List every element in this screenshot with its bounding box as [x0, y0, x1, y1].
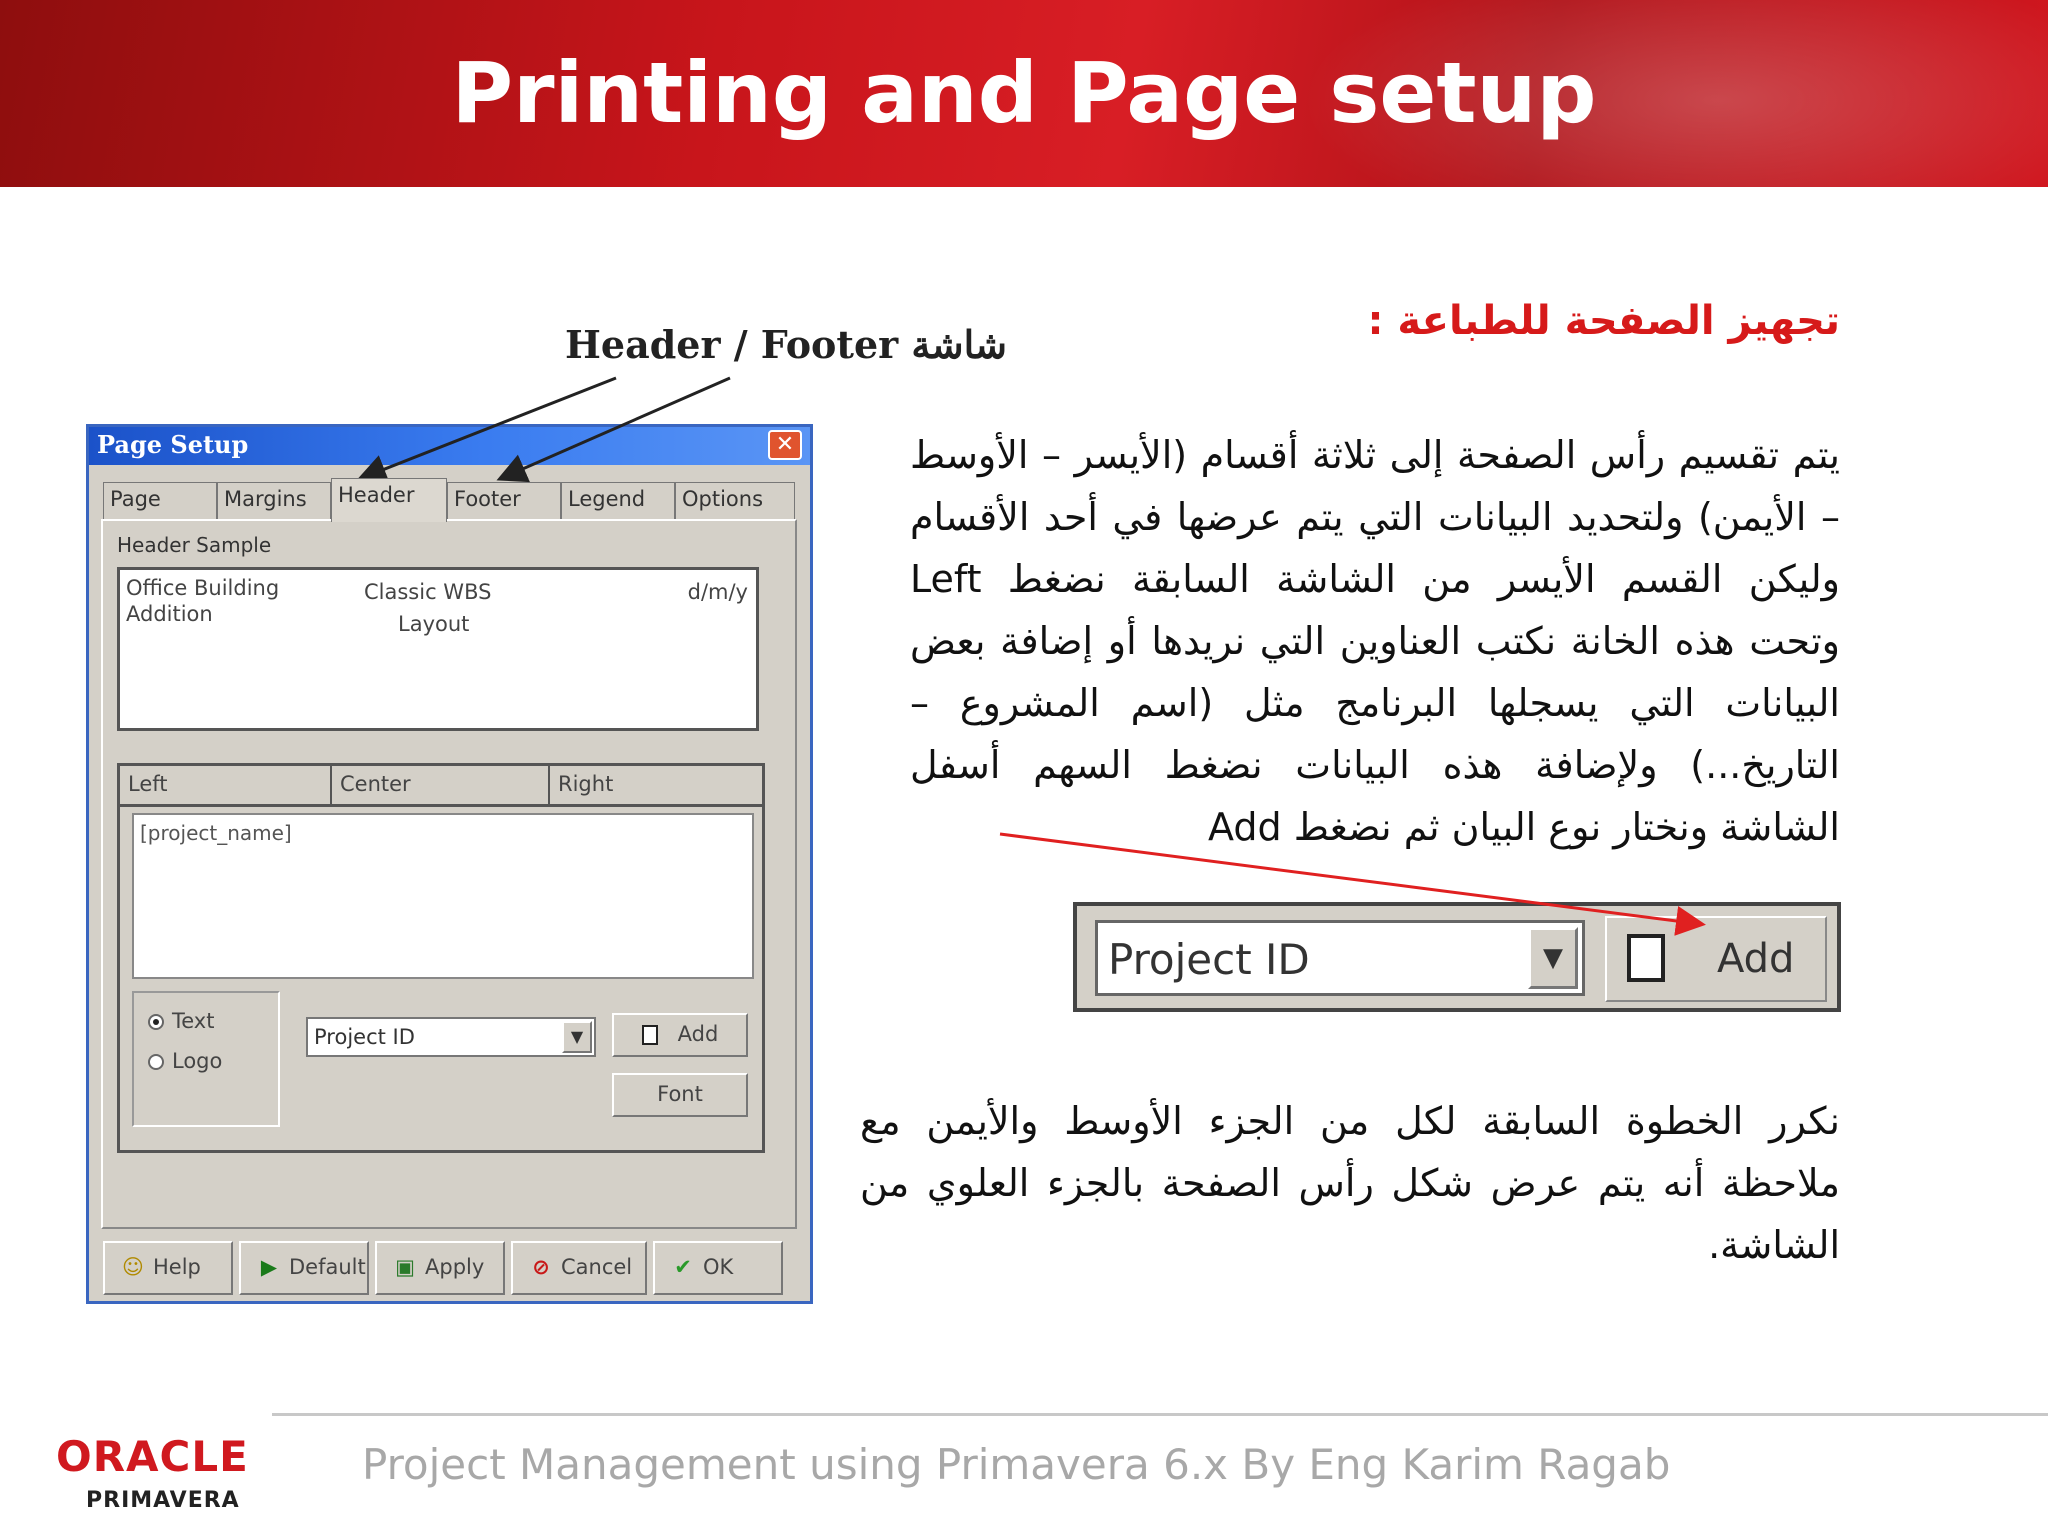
footer-divider	[272, 1413, 2048, 1416]
arrow-to-header-tab	[356, 376, 617, 484]
arrow-to-footer-tab	[496, 376, 731, 483]
oracle-logo: ORACLE	[56, 1432, 249, 1481]
primavera-logo: PRIMAVERA	[86, 1488, 240, 1513]
tab-header[interactable]: Header	[331, 478, 447, 522]
arrow-to-add-button	[999, 832, 1706, 936]
annotation-arrows	[356, 376, 1706, 936]
footer-credit: Project Management using Primavera 6.x B…	[362, 1440, 1671, 1489]
